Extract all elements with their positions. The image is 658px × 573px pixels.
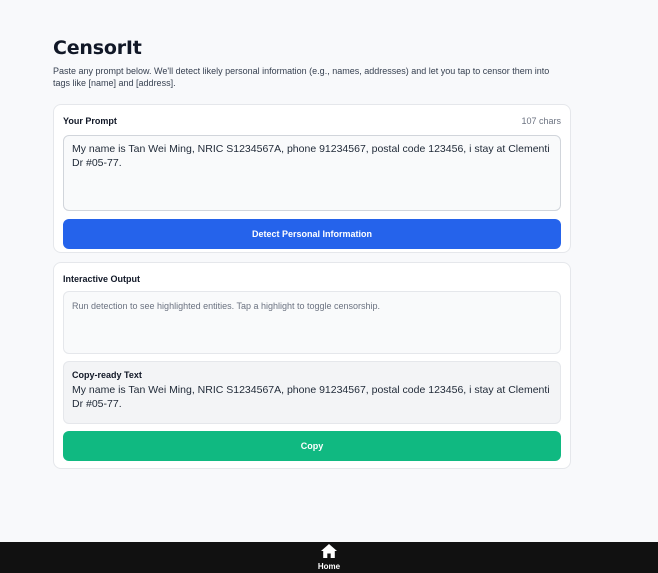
copy-ready-text: My name is Tan Wei Ming, NRIC S1234567A,… (72, 384, 550, 410)
copy-ready-box: Copy-ready Text My name is Tan Wei Ming,… (63, 361, 561, 424)
detect-button[interactable]: Detect Personal Information (63, 219, 561, 249)
nav-label-home: Home (317, 562, 341, 571)
copy-button[interactable]: Copy (63, 431, 561, 461)
app-subtitle: Paste any prompt below. We'll detect lik… (53, 66, 550, 88)
output-card-header: Interactive Output (63, 272, 561, 285)
interactive-output[interactable]: Run detection to see highlighted entitie… (63, 291, 561, 354)
prompt-card-header: Your Prompt 107 chars (63, 114, 561, 127)
output-label: Interactive Output (63, 273, 141, 284)
prompt-label: Your Prompt (63, 115, 117, 126)
output-card: Interactive Output Run detection to see … (53, 262, 571, 469)
copy-ready-label: Copy-ready Text (72, 370, 142, 380)
prompt-textarea[interactable]: My name is Tan Wei Ming, NRIC S1234567A,… (63, 135, 561, 211)
char-count: 107 chars (521, 115, 561, 126)
app-title: CensorIt (53, 37, 142, 59)
main-container: CensorIt Paste any prompt below. We'll d… (53, 36, 571, 469)
prompt-card: Your Prompt 107 chars My name is Tan Wei… (53, 104, 571, 253)
page: CensorIt Paste any prompt below. We'll d… (0, 0, 658, 573)
home-icon (320, 544, 337, 558)
bottom-nav: Home (0, 542, 658, 573)
nav-item-home[interactable]: Home (318, 542, 340, 573)
